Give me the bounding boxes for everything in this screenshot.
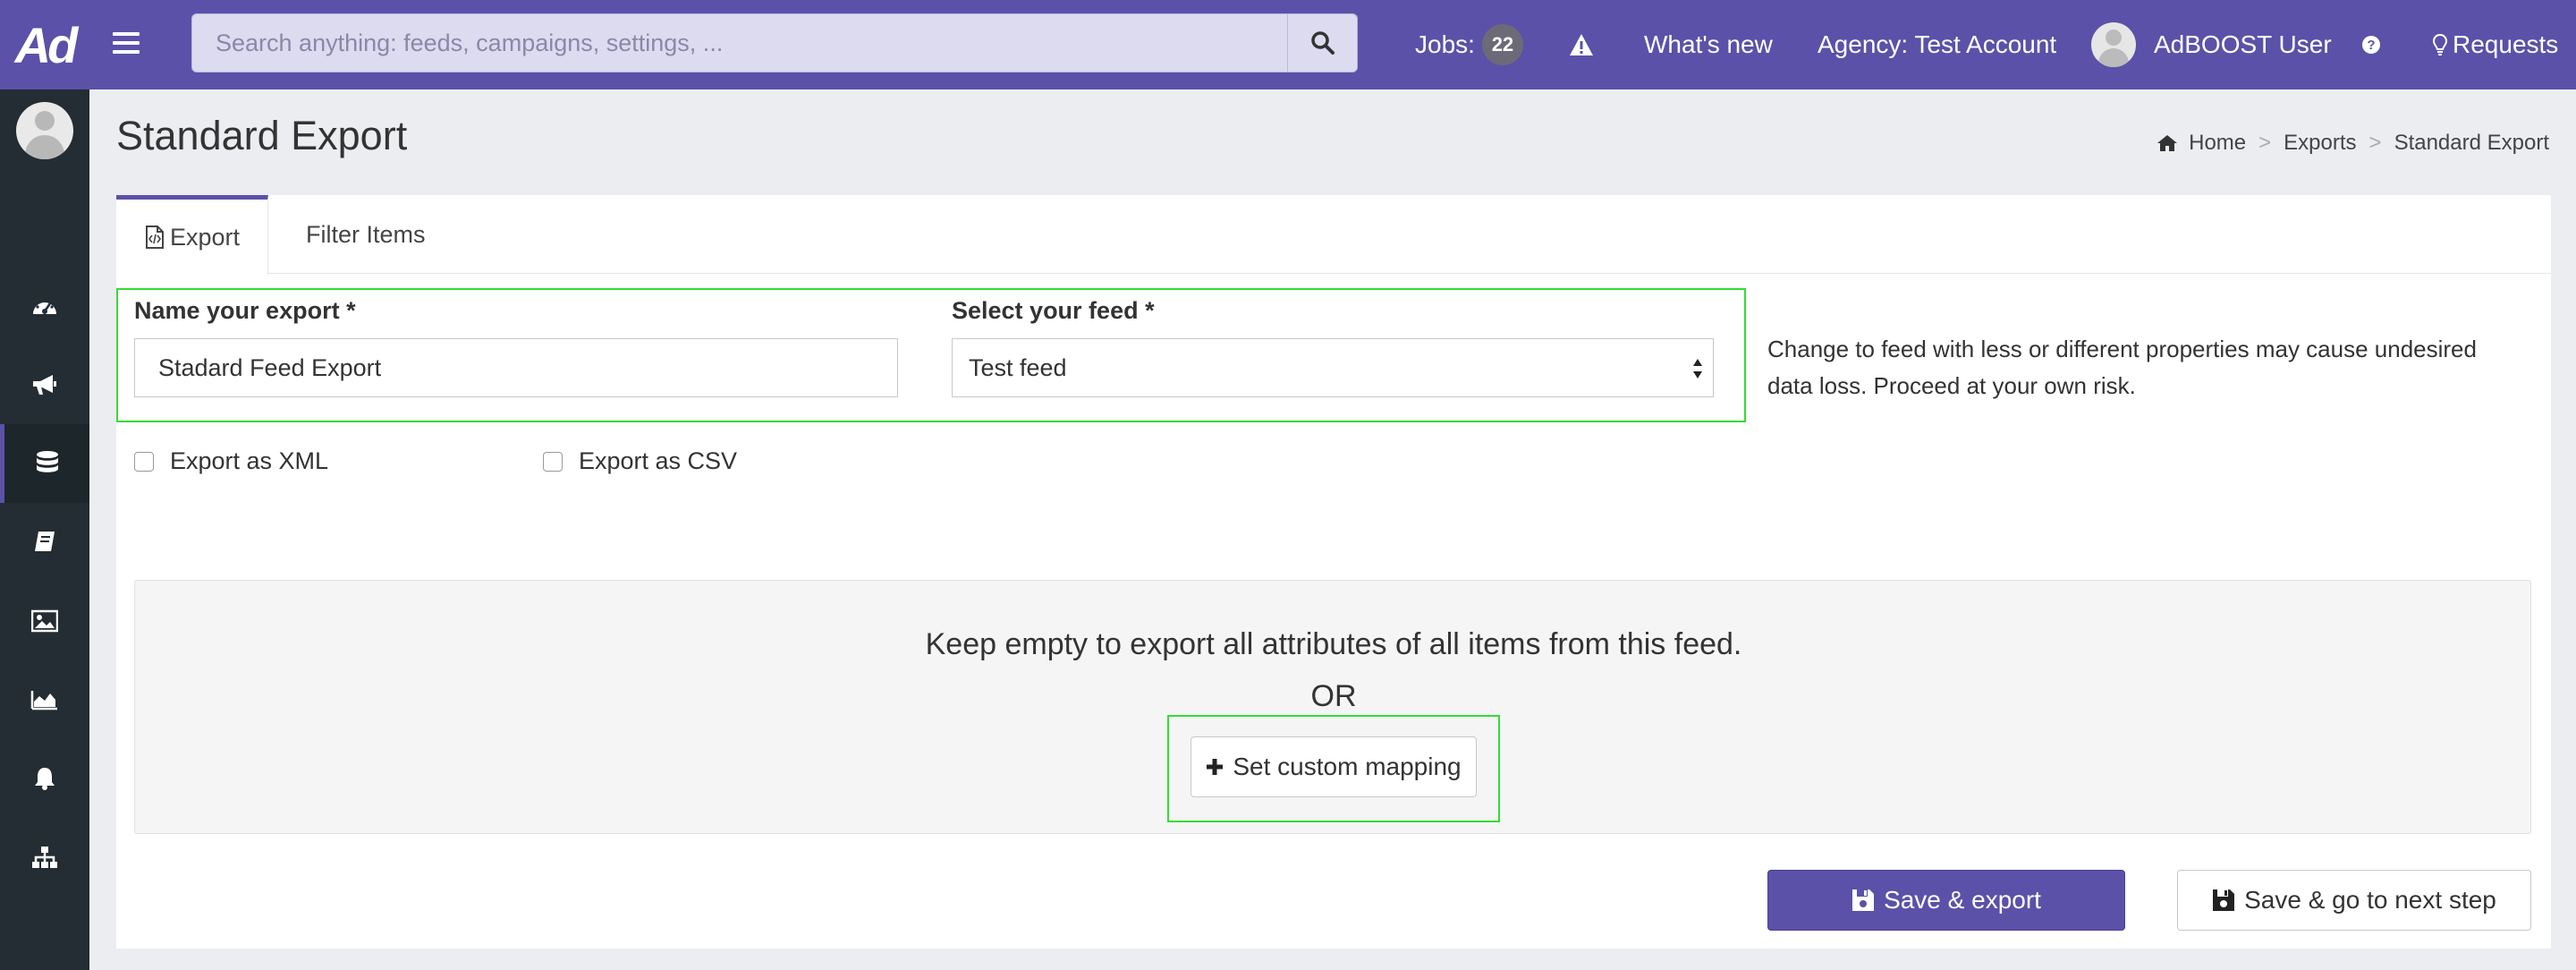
top-navbar: Ad Jobs: 22 What's new Agency: Test Acco… [0, 0, 2576, 89]
feed-select-value: Test feed [969, 353, 1067, 381]
app-logo[interactable]: Ad [0, 0, 89, 89]
feed-change-warning: Change to feed with less or different pr… [1767, 336, 2477, 399]
feed-select-label: Select your feed * [952, 297, 1155, 324]
sidebar-item-campaigns[interactable] [0, 345, 89, 424]
sidebar-item-analytics[interactable] [0, 660, 89, 739]
mapping-panel: Keep empty to export all attributes of a… [134, 580, 2531, 834]
code-file-icon [146, 225, 164, 249]
question-circle-icon: ? [2362, 36, 2380, 54]
save-and-next-label: Save & go to next step [2244, 886, 2496, 914]
select-arrows-icon [1693, 359, 1702, 379]
floppy-disk-icon [2213, 889, 2235, 911]
export-name-value: Stadard Feed Export [158, 353, 382, 381]
set-custom-mapping-button[interactable]: Set custom mapping [1191, 736, 1477, 797]
user-avatar [2091, 22, 2136, 67]
breadcrumb: Home > Exports > Standard Export [2157, 131, 2549, 156]
sidebar-item-images[interactable] [0, 582, 89, 660]
global-search [191, 13, 1358, 72]
sitemap-icon [32, 847, 57, 868]
mapping-or-text: OR [1310, 679, 1357, 713]
agency-switcher[interactable]: Agency: Test Account [1818, 0, 2056, 89]
lightbulb-icon [2433, 33, 2447, 55]
dashboard-icon [33, 298, 56, 314]
tab-bar: Export Filter Items [116, 195, 2551, 275]
bell-icon [35, 768, 55, 790]
database-icon [36, 451, 58, 472]
warning-icon [1570, 34, 1593, 55]
megaphone-icon [33, 375, 56, 395]
search-button[interactable] [1287, 14, 1357, 72]
area-chart-icon [30, 691, 57, 710]
alerts-button[interactable] [1569, 0, 1594, 89]
jobs-count-badge: 22 [1481, 24, 1523, 65]
feed-select[interactable]: Test feed [952, 338, 1714, 397]
breadcrumb-home[interactable]: Home [2189, 131, 2246, 156]
tab-filter-items[interactable]: Filter Items [306, 195, 426, 274]
sidebar-item-notifications[interactable] [0, 739, 89, 818]
save-and-next-button[interactable]: Save & go to next step [2177, 870, 2531, 931]
save-and-export-label: Save & export [1884, 886, 2041, 914]
set-custom-mapping-label: Set custom mapping [1233, 753, 1462, 780]
plus-icon [1207, 759, 1224, 775]
home-icon [2157, 135, 2178, 151]
whats-new-link[interactable]: What's new [1644, 0, 1773, 89]
export-xml-checkbox[interactable] [134, 451, 154, 472]
tab-export-label: Export [170, 223, 241, 251]
export-card: Export Filter Items Name your export * S… [116, 195, 2551, 949]
tab-filter-items-label: Filter Items [306, 220, 426, 248]
breadcrumb-exports[interactable]: Exports [2284, 131, 2356, 156]
export-xml-option[interactable]: Export as XML [134, 447, 328, 475]
book-icon [35, 532, 55, 551]
tab-export[interactable]: Export [116, 195, 268, 275]
breadcrumb-separator: > [2258, 131, 2272, 155]
jobs-indicator[interactable]: Jobs: 22 [1415, 0, 1523, 89]
export-xml-label: Export as XML [170, 447, 329, 474]
user-name: AdBOOST User [2154, 30, 2332, 58]
save-and-export-button[interactable]: Save & export [1767, 870, 2125, 931]
page-title: Standard Export [116, 113, 408, 158]
search-input[interactable] [192, 14, 1287, 72]
search-icon [1310, 31, 1335, 55]
sidebar [0, 89, 89, 970]
sidebar-item-dashboard[interactable] [0, 267, 89, 345]
export-csv-option[interactable]: Export as CSV [543, 447, 737, 475]
sidebar-item-structure[interactable] [0, 818, 89, 897]
export-csv-label: Export as CSV [579, 447, 738, 474]
svg-text:?: ? [2367, 38, 2375, 53]
floppy-disk-icon [1852, 889, 1875, 911]
image-icon [31, 609, 58, 633]
mapping-hint: Keep empty to export all attributes of a… [925, 627, 1742, 661]
breadcrumb-current: Standard Export [2394, 131, 2549, 155]
sidebar-item-catalog[interactable] [0, 503, 89, 582]
export-name-label: Name your export * [134, 297, 356, 324]
hamburger-menu-icon[interactable] [113, 32, 140, 55]
jobs-label: Jobs: [1415, 30, 1475, 58]
requests-label: Requests [2453, 30, 2559, 58]
sidebar-avatar[interactable] [16, 102, 73, 159]
requests-link[interactable]: Requests [2433, 0, 2558, 89]
export-csv-checkbox[interactable] [543, 451, 563, 472]
user-menu[interactable]: AdBOOST User [2091, 0, 2332, 89]
breadcrumb-separator: > [2368, 131, 2382, 155]
sidebar-item-feeds[interactable] [0, 424, 89, 503]
export-name-field[interactable]: Stadard Feed Export [134, 338, 898, 397]
help-button[interactable]: ? [2361, 0, 2381, 89]
